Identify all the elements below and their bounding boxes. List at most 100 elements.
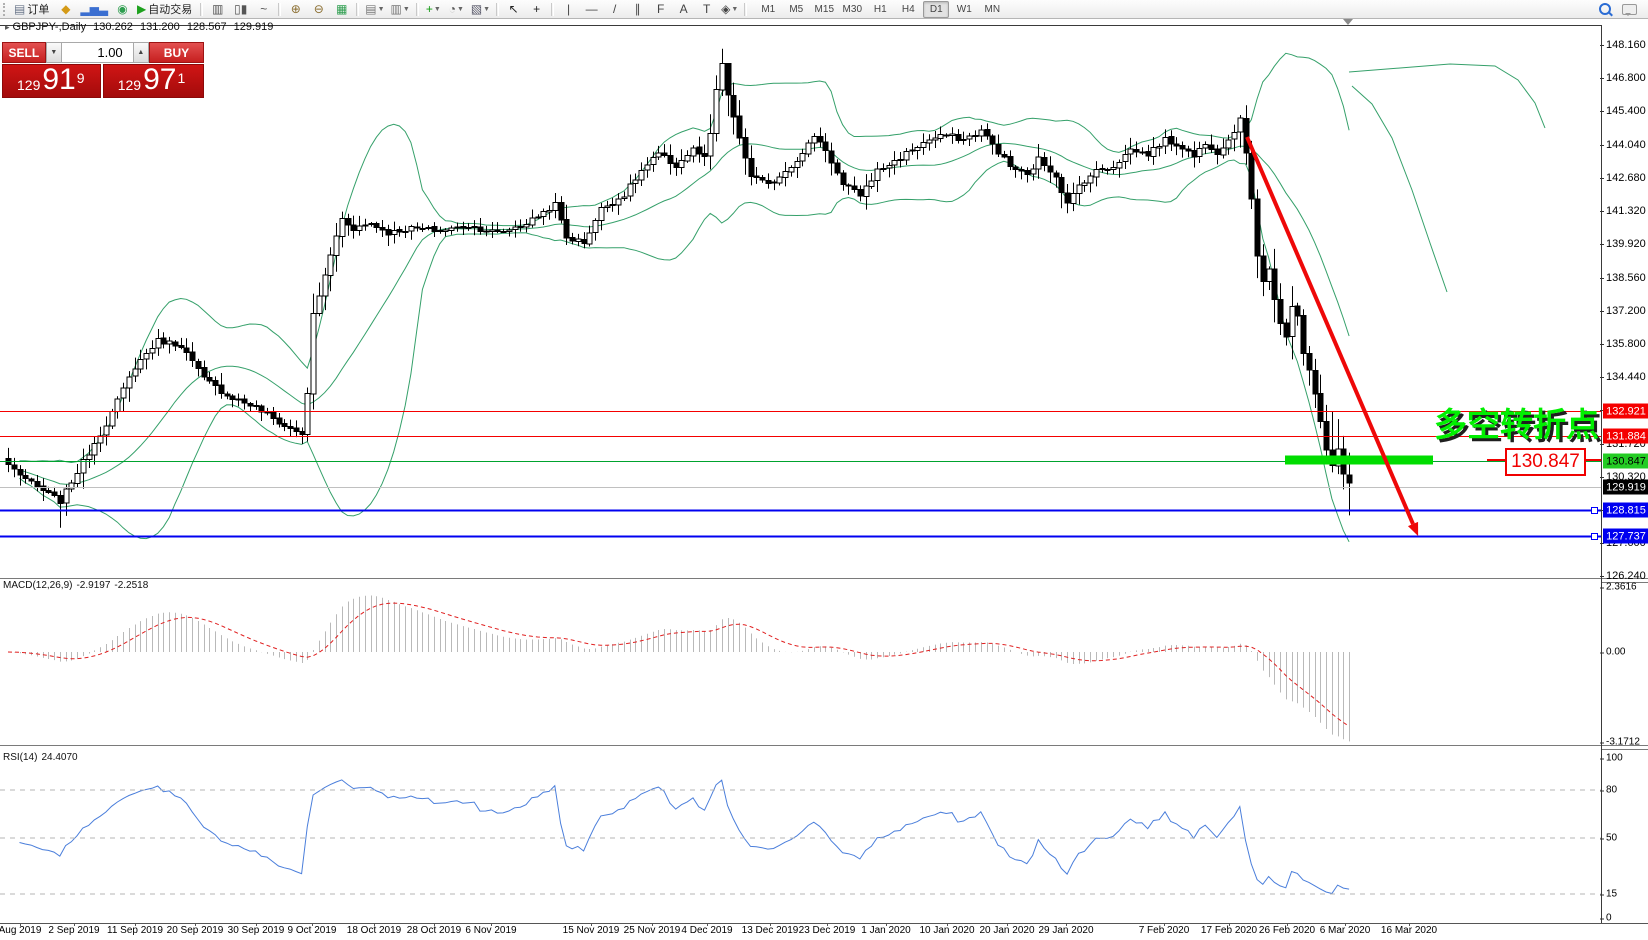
strategy-tester-icon[interactable]: ◉ xyxy=(112,1,133,18)
price-badge: 131.884 xyxy=(1603,429,1648,444)
chevron-down-icon: ▼ xyxy=(731,6,738,13)
price-badge: 132.921 xyxy=(1603,404,1648,419)
fibonacci-icon[interactable]: F xyxy=(650,1,671,18)
date-axis-tick xyxy=(886,923,887,926)
date-axis-label: 23 Dec 2019 xyxy=(799,925,856,936)
hline-handle[interactable] xyxy=(1591,507,1598,514)
templates-icon[interactable]: ▧▼ xyxy=(469,1,492,18)
trendline-icon: / xyxy=(613,2,616,16)
price-axis-tick: 141.320 xyxy=(1606,205,1646,217)
date-axis-label: 16 Mar 2020 xyxy=(1381,925,1437,936)
horizontal-line-icon[interactable]: — xyxy=(581,1,602,18)
autotrade-button: ▶ xyxy=(137,2,146,16)
turning-point-annotation[interactable]: 多空转折点 xyxy=(1434,398,1599,446)
rsi-axis-tick: 80 xyxy=(1606,785,1617,796)
date-axis-label: 15 Nov 2019 xyxy=(563,925,620,936)
channel-icon[interactable]: ∥ xyxy=(627,1,648,18)
timeframe-h4[interactable]: H4 xyxy=(895,1,921,18)
date-axis-tick xyxy=(1345,923,1346,926)
cursor-icon: ↖ xyxy=(509,2,519,16)
low-value: 128.567 xyxy=(187,21,227,33)
sell-price-big: 91 xyxy=(42,65,75,95)
rsi-pane[interactable] xyxy=(0,749,1601,923)
rsi-value: 24.4070 xyxy=(41,752,77,763)
profiles-icon[interactable]: ▥▼ xyxy=(389,1,412,18)
candle-chart-type-icon[interactable]: ▯▮ xyxy=(230,1,251,18)
tile-windows-icon[interactable]: ▦ xyxy=(331,1,352,18)
volume-input[interactable]: 1.00 xyxy=(62,42,133,63)
zoom-in-icon: ⊕ xyxy=(291,2,301,16)
vertical-line-icon[interactable]: | xyxy=(558,1,579,18)
indicators-icon[interactable]: +▼ xyxy=(423,1,444,18)
bar-chart-type-icon[interactable]: ▥ xyxy=(207,1,228,18)
hline-handle[interactable] xyxy=(1591,533,1598,540)
crosshair-icon: + xyxy=(533,2,540,16)
trendline-icon[interactable]: / xyxy=(604,1,625,18)
rsi-axis-tick: 0 xyxy=(1606,913,1612,924)
one-click-trading-panel: SELL ▼ 1.00 ▲ BUY 129 91 9 129 97 1 xyxy=(2,42,204,98)
line-chart-type-icon[interactable]: ~ xyxy=(253,1,274,18)
vertical-line-icon: | xyxy=(567,2,570,16)
date-axis-tick xyxy=(20,923,21,926)
timeframe-d1[interactable]: D1 xyxy=(923,1,949,18)
toolbar-right-group xyxy=(1593,1,1642,17)
macd-title: MACD(12,26,9) xyxy=(3,580,72,591)
symbol-search-icon[interactable] xyxy=(1599,3,1611,15)
timeframe-m5[interactable]: M5 xyxy=(783,1,809,18)
timeframe-mn[interactable]: MN xyxy=(979,1,1005,18)
buy-price-prefix: 129 xyxy=(118,75,141,95)
chart-title: ▸GBPJPY-,Daily 130.262 131.200 128.567 1… xyxy=(5,21,277,33)
sell-price-button[interactable]: 129 91 9 xyxy=(2,64,101,98)
new-order-button: ▤ xyxy=(14,2,25,16)
new-order-button-label: 订单 xyxy=(27,1,49,17)
community-chat-icon[interactable] xyxy=(1622,4,1637,15)
arrows-tool-icon[interactable]: ◈▼ xyxy=(719,1,740,18)
gold-icon: ◆ xyxy=(61,2,70,16)
chevron-down-icon: ▼ xyxy=(434,6,441,13)
timeframe-m15[interactable]: M15 xyxy=(811,1,837,18)
cursor-icon[interactable]: ↖ xyxy=(503,1,524,18)
buy-price-button[interactable]: 129 97 1 xyxy=(103,64,204,98)
buy-button[interactable]: BUY xyxy=(149,42,204,63)
periods-icon[interactable]: ◔▼ xyxy=(446,1,467,18)
volume-decrease-button[interactable]: ▼ xyxy=(46,42,62,63)
market-watch-icon[interactable]: ▂▅▃ xyxy=(78,1,110,18)
chart-shift-marker[interactable] xyxy=(1343,19,1353,30)
date-axis-label: Aug 2019 xyxy=(0,925,41,936)
autotrade-button[interactable]: ▶自动交易 xyxy=(135,1,196,18)
date-axis-label: 10 Jan 2020 xyxy=(919,925,974,936)
timeframe-m30[interactable]: M30 xyxy=(839,1,865,18)
market-watch-icon: ▂▅▃ xyxy=(80,2,108,16)
price-chart-pane[interactable] xyxy=(0,25,1602,580)
price-axis-tick: 126.240 xyxy=(1606,570,1646,582)
close-value: 129.919 xyxy=(234,21,274,33)
strategy-tester-icon: ◉ xyxy=(117,2,127,16)
tile-windows-icon: ▦ xyxy=(336,2,347,16)
macd-axis-tick: -3.1712 xyxy=(1606,737,1640,748)
zoom-out-icon[interactable]: ⊖ xyxy=(308,1,329,18)
gold-icon[interactable]: ◆ xyxy=(55,1,76,18)
text-icon[interactable]: A xyxy=(673,1,694,18)
rsi-label: RSI(14)24.4070 xyxy=(3,752,82,763)
date-axis-tick xyxy=(827,923,828,926)
new-chart-icon[interactable]: ▤▼ xyxy=(363,1,386,18)
date-axis-tick xyxy=(652,923,653,926)
price-badge: 127.737 xyxy=(1603,529,1648,544)
volume-increase-button[interactable]: ▲ xyxy=(133,42,149,63)
text-label-icon[interactable]: T xyxy=(696,1,717,18)
macd-label: MACD(12,26,9)-2.9197-2.2518 xyxy=(3,580,152,591)
timeframe-w1[interactable]: W1 xyxy=(951,1,977,18)
macd-axis-tick: 0.00 xyxy=(1606,647,1625,658)
chevron-down-icon: ▼ xyxy=(378,6,385,13)
sell-button[interactable]: SELL xyxy=(2,42,46,63)
crosshair-icon[interactable]: + xyxy=(526,1,547,18)
macd-pane[interactable] xyxy=(0,582,1601,745)
zoom-out-icon: ⊖ xyxy=(314,2,324,16)
symbol-label: GBPJPY-,Daily xyxy=(13,21,87,33)
new-order-button[interactable]: ▤订单 xyxy=(12,1,53,18)
zoom-in-icon[interactable]: ⊕ xyxy=(285,1,306,18)
price-axis-tick: 139.920 xyxy=(1606,238,1646,250)
timeframe-h1[interactable]: H1 xyxy=(867,1,893,18)
timeframe-m1[interactable]: M1 xyxy=(755,1,781,18)
price-level-label[interactable]: 130.847 xyxy=(1505,448,1586,476)
